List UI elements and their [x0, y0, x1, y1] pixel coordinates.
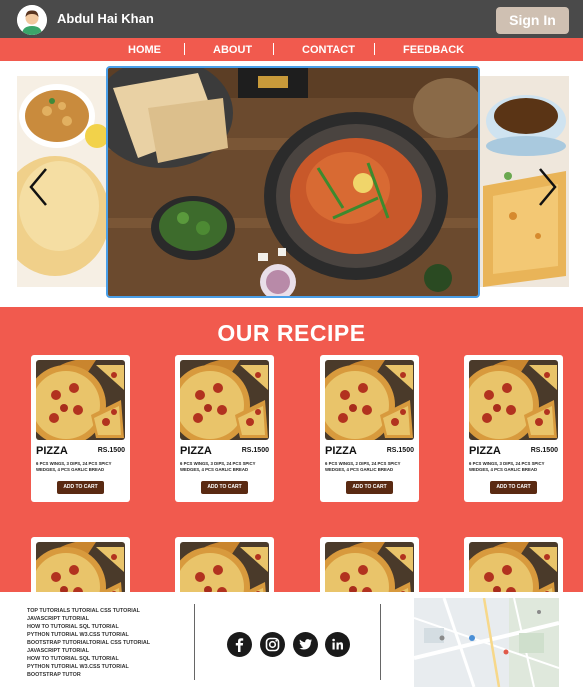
recipe-name: PIZZA	[469, 445, 501, 457]
recipe-card	[31, 537, 130, 592]
sign-in-button[interactable]: Sign In	[496, 7, 569, 34]
recipe-card: PIZZA RS.1500 6 PCS WINGS, 3 DIPS, 24 PC…	[31, 355, 130, 502]
footer-divider	[380, 604, 381, 680]
recipe-card: PIZZA RS.1500 6 PCS WINGS, 3 DIPS, 24 PC…	[175, 355, 274, 502]
pizza-image	[36, 542, 125, 592]
recipe-card	[464, 537, 563, 592]
footer-link[interactable]: HOW TO TUTORIAL SQL TUTORIAL	[27, 655, 187, 663]
twitter-icon[interactable]	[293, 632, 318, 657]
nav-divider	[374, 43, 375, 55]
add-to-cart-button[interactable]: ADD TO CART	[490, 481, 537, 494]
user-avatar[interactable]	[17, 5, 47, 35]
footer-link[interactable]: PYTHON TUTORIAL W3.CSS TUTORIAL	[27, 663, 187, 671]
recipe-section: OUR RECIPE PIZZA RS.1500 6 PCS WINGS, 3 …	[0, 307, 583, 592]
top-header: Abdul Hai Khan Sign In	[0, 0, 583, 38]
nav-about[interactable]: ABOUT	[213, 38, 252, 61]
chevron-right-icon[interactable]	[536, 165, 560, 209]
recipe-description: 6 PCS WINGS, 3 DIPS, 24 PCS SPICY WEDGES…	[180, 461, 256, 472]
recipe-description: 6 PCS WINGS, 2 DIPS, 24 PCS SPICY WEDGES…	[325, 461, 401, 472]
nav-home[interactable]: HOME	[128, 38, 161, 61]
recipe-description: 6 PCS WINGS, 3 DIPS, 24 PCS SPICY WEDGES…	[469, 461, 545, 472]
footer-link[interactable]: BOOTSTRAP TUTORIALTORIAL CSS TUTORIAL	[27, 639, 187, 647]
user-name: Abdul Hai Khan	[57, 11, 154, 26]
recipe-name: PIZZA	[36, 445, 68, 457]
section-title: OUR RECIPE	[217, 320, 366, 346]
pizza-image	[469, 542, 558, 592]
footer-link[interactable]: BOOTSTRAP TUTOR	[27, 671, 187, 679]
nav-contact[interactable]: CONTACT	[302, 38, 355, 61]
pizza-image	[325, 542, 414, 592]
add-to-cart-button[interactable]: ADD TO CART	[346, 481, 393, 494]
footer-link[interactable]: JAVASCRIPT TUTORIAL	[27, 615, 187, 623]
recipe-price: RS.1500	[97, 447, 125, 454]
chevron-left-icon[interactable]	[26, 165, 50, 209]
pizza-image	[180, 360, 269, 440]
recipe-card	[320, 537, 419, 592]
recipe-price: RS.1500	[530, 447, 558, 454]
pizza-image	[180, 542, 269, 592]
pizza-image	[325, 360, 414, 440]
add-to-cart-button[interactable]: ADD TO CART	[57, 481, 104, 494]
footer-link[interactable]: TOP TUTORIALS TUTORIAL CSS TUTORIAL	[27, 607, 187, 615]
add-to-cart-button[interactable]: ADD TO CART	[201, 481, 248, 494]
footer-link[interactable]: HOW TO TUTORIAL SQL TUTORIAL	[27, 623, 187, 631]
main-nav: HOME ABOUT CONTACT FEEDBACK	[0, 38, 583, 61]
location-map[interactable]	[414, 598, 559, 687]
nav-divider	[273, 43, 274, 55]
recipe-price: RS.1500	[386, 447, 414, 454]
pizza-image	[469, 360, 558, 440]
recipe-card: PIZZA RS.1500 6 PCS WINGS, 3 DIPS, 24 PC…	[464, 355, 563, 502]
recipe-name: PIZZA	[325, 445, 357, 457]
footer-divider	[194, 604, 195, 680]
recipe-description: 6 PCS WINGS, 3 DIPS, 24 PCS SPICY WEDGES…	[36, 461, 112, 472]
footer-link[interactable]: JAVASCRIPT TUTORIAL	[27, 647, 187, 655]
recipe-card	[175, 537, 274, 592]
nav-divider	[184, 43, 185, 55]
footer-link[interactable]: PYTHON TUTORIAL W3.CSS TUTORIAL	[27, 631, 187, 639]
recipe-name: PIZZA	[180, 445, 212, 457]
instagram-icon[interactable]	[260, 632, 285, 657]
recipe-price: RS.1500	[241, 447, 269, 454]
image-carousel	[0, 61, 583, 307]
pizza-image	[36, 360, 125, 440]
nav-feedback[interactable]: FEEDBACK	[403, 38, 464, 61]
carousel-slide-active[interactable]	[106, 66, 480, 298]
linkedin-icon[interactable]	[325, 632, 350, 657]
recipe-card: PIZZA RS.1500 6 PCS WINGS, 2 DIPS, 24 PC…	[320, 355, 419, 502]
site-footer: TOP TUTORIALS TUTORIAL CSS TUTORIAL JAVA…	[0, 592, 583, 695]
facebook-icon[interactable]	[227, 632, 252, 657]
footer-links: TOP TUTORIALS TUTORIAL CSS TUTORIAL JAVA…	[27, 607, 187, 679]
